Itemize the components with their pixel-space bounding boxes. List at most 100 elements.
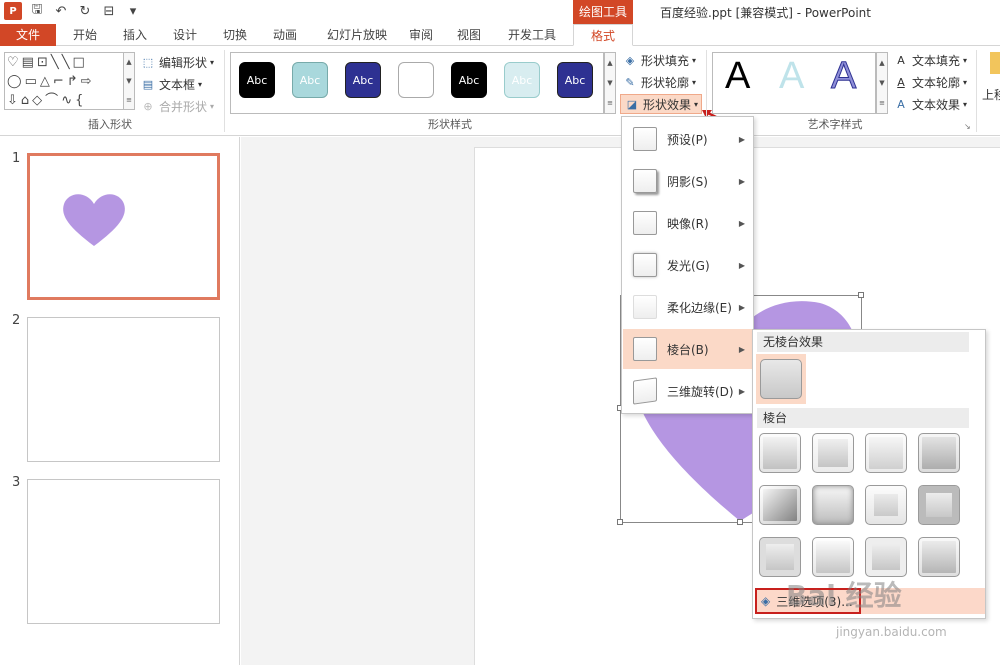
slide-thumbnail-1[interactable] [27, 153, 220, 300]
tab-slideshow[interactable]: 幻灯片放映 [318, 24, 396, 46]
shape-style-gallery[interactable]: Abc Abc Abc Abc Abc Abc [230, 52, 604, 114]
bevel-preview [759, 485, 801, 525]
bring-forward-label[interactable]: 上移 [982, 86, 1000, 103]
wordart-outlined-a[interactable]: A [830, 55, 856, 98]
bevel-option-relaxed-inset[interactable] [810, 430, 856, 476]
wordart-scroll[interactable]: ▲ ▼ ≡ [876, 52, 888, 114]
shape-gallery-scroll[interactable]: ▲ ▼ ≡ [123, 52, 135, 110]
style-swatch-white[interactable] [398, 62, 434, 98]
redo-icon[interactable]: ↻ [76, 2, 94, 20]
tab-animations[interactable]: 动画 [262, 24, 308, 46]
text-outline-label: 文本轮廓 [912, 75, 961, 90]
shape-row-2: ◯ ▭ △ ⌐ ↱ ⇨ [5, 72, 123, 91]
bevel-preview [865, 537, 907, 577]
shadow-effect-icon [633, 169, 657, 193]
style-swatch-navy-2[interactable]: Abc [557, 62, 593, 98]
text-fill-button[interactable]: A 文本填充 ▾ [893, 50, 967, 70]
resize-handle[interactable] [617, 519, 623, 525]
slide-thumbnail-2[interactable] [27, 317, 220, 462]
save-icon[interactable]: 🖫 [28, 2, 46, 20]
wordart-light-a[interactable]: A [779, 55, 804, 98]
shape-rounded-rect-icon[interactable]: ▭ [25, 73, 37, 90]
menu-item-soft-edges[interactable]: 柔化边缘(E) ▶ [623, 287, 753, 327]
tab-design[interactable]: 设计 [162, 24, 208, 46]
shape-oval-icon[interactable]: ◯ [7, 73, 22, 90]
tab-view[interactable]: 视图 [448, 24, 490, 46]
edit-shape-button[interactable]: ⬚ 编辑形状 ▾ [140, 52, 214, 72]
shape-outline-button[interactable]: ✎ 形状轮廓 ▾ [622, 72, 696, 92]
text-effects-label: 文本效果 [912, 97, 961, 112]
style-swatch-light-aqua[interactable]: Abc [504, 62, 540, 98]
shape-elbow-connector-icon[interactable]: ⌐ [53, 73, 64, 90]
tab-home[interactable]: 开始 [62, 24, 108, 46]
shape-arc-icon[interactable]: ⌒ [45, 92, 58, 109]
merge-shapes-button[interactable]: ⊕ 合并形状 ▾ [140, 96, 214, 116]
shape-arrow-line-icon[interactable]: ╲ [62, 54, 70, 71]
shape-diamond-icon[interactable]: ◇ [32, 92, 42, 109]
style-swatch-black[interactable]: Abc [239, 62, 275, 98]
menu-item-reflection[interactable]: 映像(R) ▶ [623, 203, 753, 243]
shape-down-arrow-icon[interactable]: ⇩ [7, 92, 18, 109]
undo-icon[interactable]: ↶ [52, 2, 70, 20]
slide-number: 2 [12, 313, 21, 328]
tab-format[interactable]: 格式 [573, 24, 633, 46]
bevel-option-slope[interactable] [916, 482, 962, 528]
bevel-none-option[interactable] [756, 354, 806, 404]
resize-handle[interactable] [858, 292, 864, 298]
bevel-option-circle[interactable] [757, 430, 803, 476]
shape-heart-icon[interactable]: ♡ [7, 54, 19, 71]
shape-effects-button[interactable]: ◪ 形状效果 ▾ [620, 94, 703, 114]
tab-insert[interactable]: 插入 [112, 24, 158, 46]
shape-styles-group-label: 形状样式 [428, 118, 472, 131]
menu-item-preset[interactable]: 预设(P) ▶ [623, 119, 753, 159]
tab-file[interactable]: 文件 [0, 24, 56, 46]
menu-item-bevel[interactable]: 棱台(B) ▶ [623, 329, 753, 369]
bevel-option-art-deco[interactable] [916, 534, 962, 580]
ribbon-tabs: 文件 开始 插入 设计 切换 动画 幻灯片放映 审阅 视图 开发工具 格式 [0, 24, 1000, 46]
shape-gallery[interactable]: ♡ ▤ ⊡ ╲ ╲ □ ◯ ▭ △ ⌐ ↱ ⇨ ⇩ ⌂ ◇ ⌒ ∿ { [4, 52, 124, 110]
start-from-beginning-icon[interactable]: ⊟ [100, 2, 118, 20]
shape-rectangle-icon[interactable]: □ [73, 54, 85, 71]
shape-brace-icon[interactable]: { [75, 92, 83, 109]
wordart-gallery[interactable]: A A A [712, 52, 876, 114]
menu-item-label: 阴影(S) [667, 174, 708, 189]
style-swatch-aqua[interactable]: Abc [292, 62, 328, 98]
shape-triangle-icon[interactable]: △ [40, 73, 50, 90]
slide-thumbnail-3[interactable] [27, 479, 220, 624]
shape-vertical-textbox-icon[interactable]: ⊡ [37, 54, 48, 71]
tab-transitions[interactable]: 切换 [212, 24, 258, 46]
menu-item-shadow[interactable]: 阴影(S) ▶ [623, 161, 753, 201]
resize-handle[interactable] [737, 519, 743, 525]
insert-shapes-group-label: 插入形状 [88, 118, 132, 131]
wordart-black-a[interactable]: A [725, 55, 750, 98]
text-fill-icon: A [897, 53, 905, 67]
shape-line-icon[interactable]: ╲ [51, 54, 59, 71]
bevel-option-angle[interactable] [757, 482, 803, 528]
submenu-arrow-icon: ▶ [738, 386, 745, 396]
customize-qat-icon[interactable]: ▾ [124, 2, 142, 20]
text-effects-button[interactable]: A 文本效果 ▾ [893, 94, 967, 114]
style-swatch-black-2[interactable]: Abc [451, 62, 487, 98]
menu-item-glow[interactable]: 发光(G) ▶ [623, 245, 753, 285]
bevel-option-cool-slant[interactable] [916, 430, 962, 476]
bevel-none-preview [760, 359, 802, 399]
slide-number: 1 [12, 151, 21, 166]
dialog-launcher-icon[interactable]: ↘ [964, 122, 971, 131]
tab-developer[interactable]: 开发工具 [500, 24, 564, 46]
menu-item-3d-rotation[interactable]: 三维旋转(D) ▶ [623, 371, 753, 411]
text-box-button[interactable]: ▤ 文本框 ▾ [140, 74, 202, 94]
shape-elbow-arrow-icon[interactable]: ↱ [67, 73, 78, 90]
tab-review[interactable]: 审阅 [400, 24, 442, 46]
style-swatch-navy[interactable]: Abc [345, 62, 381, 98]
shape-textbox-icon[interactable]: ▤ [22, 54, 34, 71]
shape-freeform-icon[interactable]: ⌂ [21, 92, 29, 109]
text-outline-button[interactable]: A 文本轮廓 ▾ [893, 72, 967, 92]
bevel-option-convex[interactable] [863, 482, 909, 528]
shape-fill-button[interactable]: ◈ 形状填充 ▾ [622, 50, 696, 70]
shape-curve-icon[interactable]: ∿ [61, 92, 72, 109]
bring-forward-icon[interactable] [990, 52, 1000, 74]
shape-right-arrow-icon[interactable]: ⇨ [81, 73, 92, 90]
bevel-option-soft-round[interactable] [810, 482, 856, 528]
bevel-option-cross[interactable] [863, 430, 909, 476]
shape-style-scroll[interactable]: ▲ ▼ ≡ [604, 52, 616, 114]
